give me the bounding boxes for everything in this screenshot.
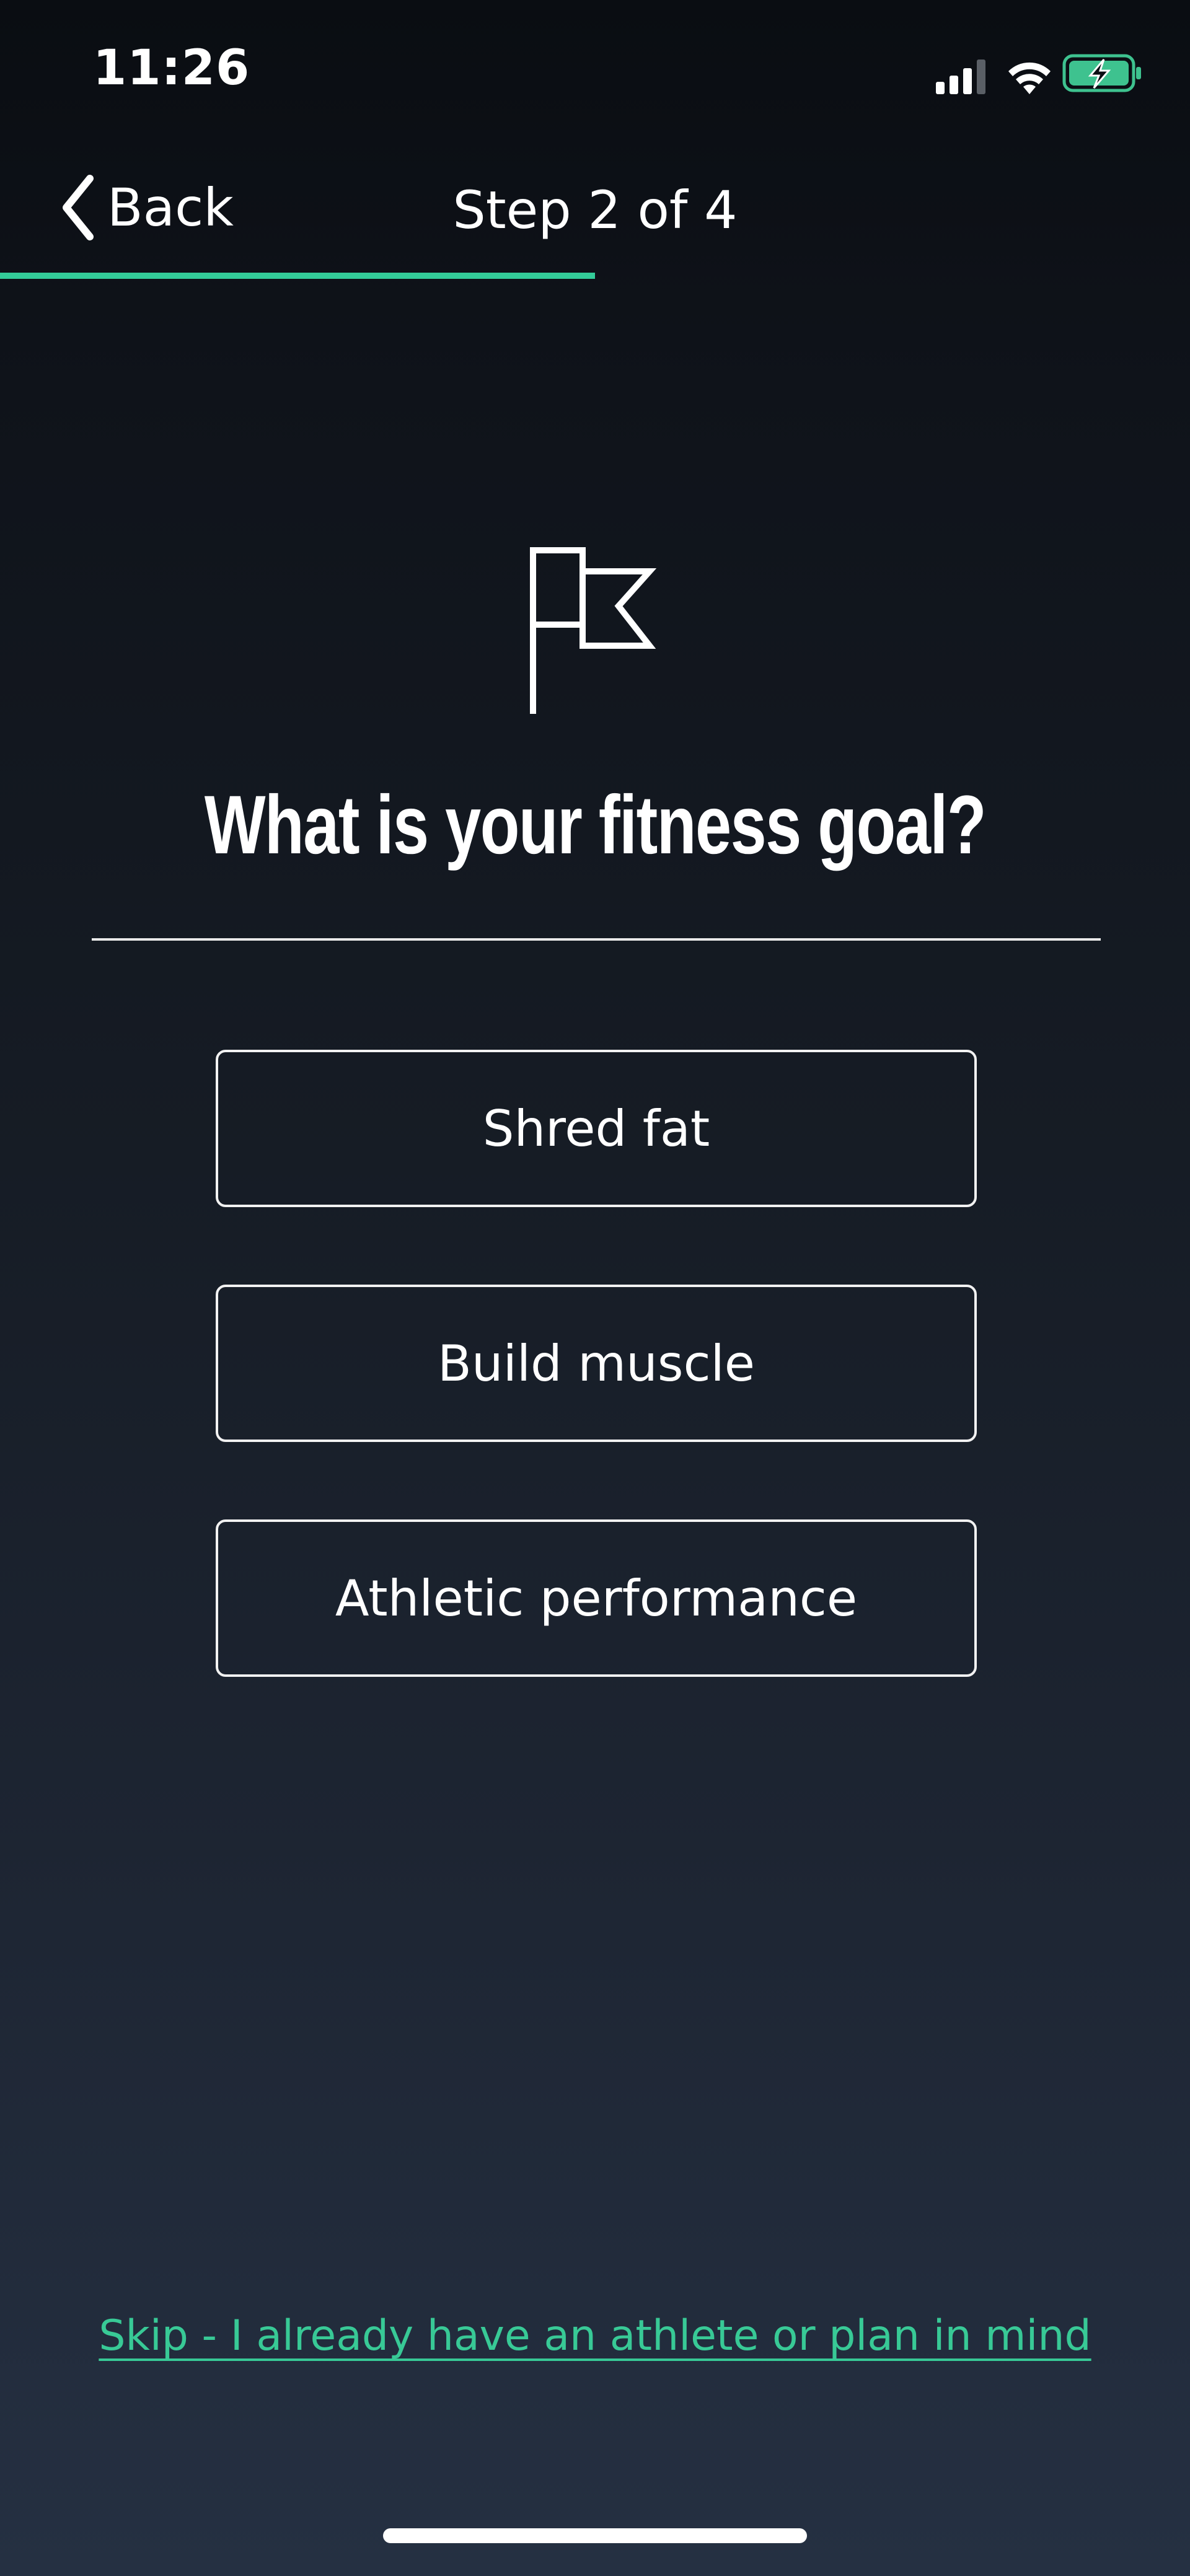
progress-fill	[0, 273, 595, 279]
step-indicator: Step 2 of 4	[452, 180, 738, 240]
goal-options: Shred fat Build muscle Athletic performa…	[216, 1050, 977, 1754]
cellular-signal-icon	[936, 59, 985, 94]
status-icons	[936, 54, 1141, 94]
progress-bar	[0, 273, 1190, 279]
option-build-muscle[interactable]: Build muscle	[216, 1285, 977, 1442]
divider	[92, 938, 1101, 941]
status-bar: 11:26	[0, 0, 1190, 143]
option-shred-fat[interactable]: Shred fat	[216, 1050, 977, 1207]
skip-link[interactable]: Skip - I already have an athlete or plan…	[0, 2311, 1190, 2360]
battery-charging-icon	[1062, 54, 1141, 92]
flag-icon	[530, 547, 657, 714]
question-title: What is your fitness goal?	[204, 779, 987, 871]
header: Back Step 2 of 4	[0, 143, 1190, 279]
wifi-icon	[1008, 62, 1051, 94]
status-time: 11:26	[93, 40, 250, 96]
option-athletic-performance[interactable]: Athletic performance	[216, 1519, 977, 1677]
home-indicator	[383, 2528, 807, 2543]
